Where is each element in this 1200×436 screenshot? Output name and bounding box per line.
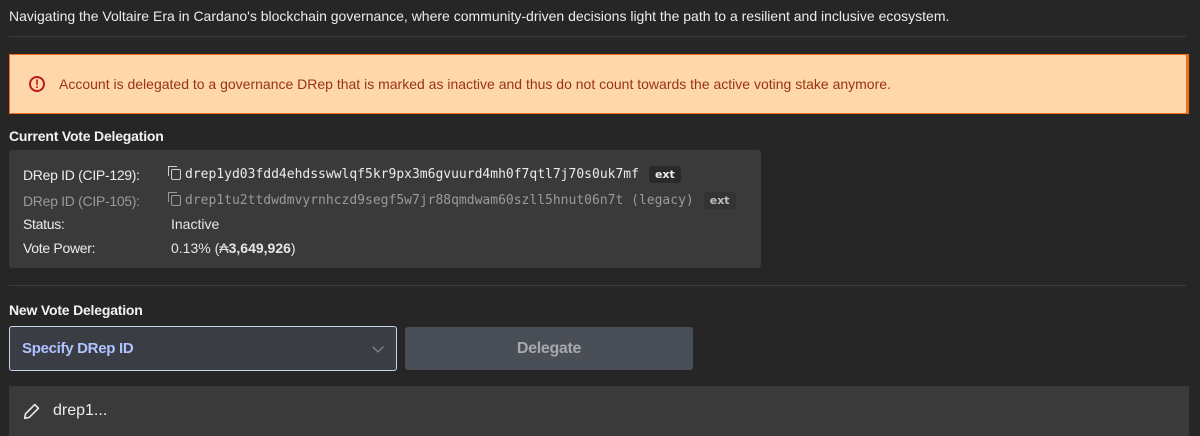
row-vote-power: Vote Power: 0.13% (₳ 3,649,926) [23, 240, 296, 256]
drep-select-value: Specify DRep ID [22, 340, 134, 357]
row-status: Status: Inactive [23, 216, 219, 232]
chevron-down-icon [372, 340, 384, 353]
current-delegation-title: Current Vote Delegation [9, 128, 164, 144]
copy-icon[interactable] [168, 166, 181, 180]
drep-id-cip129: drep1yd03fdd4ehdsswwlqf5kr9px3m6gvuurd4m… [185, 167, 639, 182]
vote-power-percent: 0.13% [171, 240, 211, 256]
vote-power-amount: 3,649,926 [228, 240, 291, 256]
current-delegation-card: DRep ID (CIP-129): drep1yd03fdd4ehdsswwl… [9, 150, 761, 268]
ext-link-cip105[interactable]: ext [703, 192, 736, 209]
status-value: Inactive [171, 216, 220, 232]
drep-id-cip105: drep1tu2ttdwdmvyrnhczd9segf5w7jr88qmdwam… [185, 193, 694, 208]
vote-power-open: ( [210, 240, 220, 256]
label-cip105: DRep ID (CIP-105): [23, 192, 140, 209]
copy-icon[interactable] [168, 192, 181, 206]
alert-circle-icon: ! [29, 76, 45, 92]
drep-id-input-value: drep1... [53, 402, 108, 419]
warning-text: Account is delegated to a governance DRe… [59, 76, 891, 92]
new-delegation-title: New Vote Delegation [9, 302, 143, 318]
divider [9, 36, 1186, 37]
vote-power-close: ) [290, 240, 296, 256]
delegate-button[interactable]: Delegate [405, 327, 693, 370]
drep-select[interactable]: Specify DRep ID [9, 326, 397, 371]
drep-id-input[interactable]: drep1... [9, 386, 1189, 436]
divider [9, 285, 1186, 286]
ada-symbol: ₳ [219, 240, 229, 256]
label-status: Status: [23, 216, 65, 232]
label-vote-power: Vote Power: [23, 240, 96, 256]
ext-link-cip129[interactable]: ext [648, 166, 681, 183]
row-drep-cip129: DRep ID (CIP-129): drep1yd03fdd4ehdsswwl… [23, 166, 681, 183]
intro-text: Navigating the Voltaire Era in Cardano's… [9, 8, 950, 24]
pencil-icon [23, 403, 40, 420]
inactive-drep-warning: ! Account is delegated to a governance D… [9, 54, 1189, 114]
row-drep-cip105: DRep ID (CIP-105): drep1tu2ttdwdmvyrnhcz… [23, 192, 736, 209]
label-cip129: DRep ID (CIP-129): [23, 166, 140, 183]
